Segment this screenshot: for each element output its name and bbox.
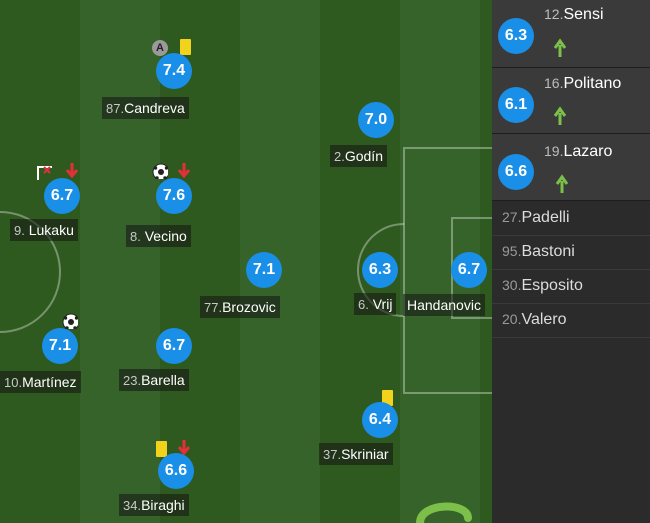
- player-number: 2.: [334, 149, 345, 164]
- player-number: 9.: [14, 223, 25, 238]
- bench-row[interactable]: 20.Valero: [492, 303, 650, 338]
- yellow-card-icon: [180, 39, 191, 55]
- player-name: Godín: [344, 148, 383, 164]
- rating-badge: 6.7: [451, 252, 487, 288]
- rating-badge: 7.4: [156, 53, 192, 89]
- player-number: 37.: [323, 447, 342, 462]
- rating-badge: 7.6: [156, 178, 192, 214]
- player-number: 23.: [123, 373, 142, 388]
- player-name: Biraghi: [141, 497, 185, 513]
- bench-player-name: Valero: [521, 311, 567, 328]
- bench-player-name: Esposito: [521, 277, 583, 294]
- bench-name: 27.Padelli: [502, 209, 570, 227]
- sub-in-arrow-icon: [553, 38, 567, 57]
- help-icon[interactable]: [414, 496, 474, 523]
- sub-in-arrow-icon: [553, 106, 567, 125]
- soccer-ball-icon: [62, 313, 78, 329]
- player-label: 6. Vrij: [354, 293, 397, 315]
- player-label: 9. Lukaku: [10, 219, 78, 241]
- yellow-card-icon: [156, 441, 167, 457]
- player-label: 23.Barella: [119, 369, 189, 391]
- bench-name: 30.Esposito: [502, 277, 583, 295]
- sub-player-name: Lazaro: [563, 143, 613, 160]
- player-number: 8.: [130, 229, 141, 244]
- player-label: 8. Vecino: [126, 225, 191, 247]
- player-number: 87.: [106, 101, 125, 116]
- player-name: Handanovic: [407, 297, 481, 313]
- sub-out-arrow-icon: [177, 163, 191, 178]
- pitch: A 7.4 87.Candreva 7.0 2.Godín 6.7 9. Luk…: [0, 0, 492, 523]
- player-number: 10.: [4, 375, 23, 390]
- player-name: Barella: [141, 372, 185, 388]
- rating-badge: 7.0: [358, 102, 394, 138]
- player-label: 10.Martínez: [0, 371, 81, 393]
- bench-number: 20.: [502, 311, 522, 327]
- player-name: Lukaku: [28, 222, 74, 238]
- player-label: 77.Brozovic: [200, 296, 280, 318]
- player-number: 34.: [123, 498, 142, 513]
- substitutes-panel: 6.3 12.Sensi 6.1 16.Politano 6.6 19.Laza…: [492, 0, 650, 523]
- bench-row[interactable]: 95.Bastoni: [492, 235, 650, 270]
- sub-number: 19.: [544, 143, 564, 159]
- player-label: 37.Skriniar: [319, 443, 393, 465]
- sub-row[interactable]: 6.3 12.Sensi: [492, 0, 650, 68]
- pitch-lines: [0, 147, 492, 394]
- player-label: 87.Candreva: [102, 97, 189, 119]
- sub-out-arrow-icon: [65, 163, 79, 178]
- rating-badge: 6.4: [362, 402, 398, 438]
- sub-number: 12.: [544, 6, 564, 22]
- rating-badge: 6.3: [362, 252, 398, 288]
- sub-player-name: Politano: [563, 75, 622, 92]
- rating-badge: 6.1: [498, 87, 534, 123]
- sub-row[interactable]: 6.1 16.Politano: [492, 68, 650, 134]
- player-name: Martínez: [22, 374, 77, 390]
- player-name: Vecino: [144, 228, 187, 244]
- bench-number: 30.: [502, 277, 522, 293]
- bench-player-name: Bastoni: [521, 243, 575, 260]
- player-name: Vrij: [372, 296, 393, 312]
- sub-name: 16.Politano: [544, 75, 621, 93]
- bench-number: 27.: [502, 209, 522, 225]
- bench-row[interactable]: 27.Padelli: [492, 201, 650, 236]
- player-number: 77.: [204, 300, 223, 315]
- sub-row[interactable]: 6.6 19.Lazaro: [492, 134, 650, 201]
- player-label: 34.Biraghi: [119, 494, 189, 516]
- rating-badge: 6.6: [498, 154, 534, 190]
- bench-name: 95.Bastoni: [502, 243, 575, 261]
- player-label: Handanovic: [403, 294, 485, 316]
- sub-player-name: Sensi: [563, 6, 604, 23]
- rating-badge: 6.6: [158, 453, 194, 489]
- soccer-ball-icon: [152, 163, 168, 179]
- rating-badge: 7.1: [246, 252, 282, 288]
- bench-number: 95.: [502, 243, 522, 259]
- rating-badge: 7.1: [42, 328, 78, 364]
- sub-number: 16.: [544, 75, 564, 91]
- rating-badge: 6.7: [156, 328, 192, 364]
- rating-badge: 6.3: [498, 18, 534, 54]
- sub-in-arrow-icon: [555, 174, 569, 193]
- rating-badge: 6.7: [44, 178, 80, 214]
- assist-icon: A: [152, 40, 168, 56]
- player-name: Candreva: [124, 100, 185, 116]
- player-number: 6.: [358, 297, 369, 312]
- sub-name: 12.Sensi: [544, 6, 604, 24]
- sub-name: 19.Lazaro: [544, 143, 612, 161]
- bench-player-name: Padelli: [521, 209, 570, 226]
- player-name: Skriniar: [341, 446, 389, 462]
- bench-row[interactable]: 30.Esposito: [492, 269, 650, 304]
- player-label: 2.Godín: [330, 145, 387, 167]
- bench-name: 20.Valero: [502, 311, 567, 329]
- player-name: Brozovic: [222, 299, 276, 315]
- goal-post-icon: [37, 166, 52, 180]
